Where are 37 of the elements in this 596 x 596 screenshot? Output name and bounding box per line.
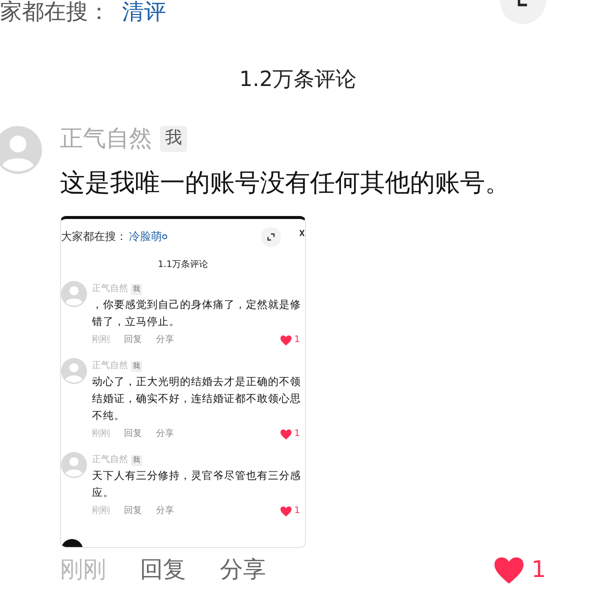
like-count: 1 — [294, 334, 300, 347]
comment-count-title: 1.2万条评论 — [238, 66, 358, 93]
action-link: 分享 — [156, 505, 174, 518]
search-keyword-link: 冷脸萌 — [129, 228, 162, 244]
action-link[interactable]: 分享 — [220, 556, 266, 584]
comment-count-title: 1.1万条评论 — [156, 259, 210, 272]
heart-icon[interactable] — [280, 335, 292, 346]
search-label: 家都在搜： — [0, 2, 110, 24]
like-count: 1 — [531, 556, 546, 584]
like-count: 1 — [294, 505, 300, 518]
author-name: 正气自然 — [92, 282, 128, 296]
timestamp: 刚刚 — [60, 556, 106, 584]
timestamp: 刚刚 — [92, 505, 110, 518]
action-link[interactable]: 回复 — [140, 556, 186, 584]
comment-text: 天下人有三分修持，灵官爷尽管也有三分感应。 — [92, 469, 302, 501]
author-badge: 我 — [160, 126, 187, 152]
close-icon — [299, 228, 305, 236]
comment-text: ，你要感觉到自己的身体痛了，定然就是修错了，立马停止。 — [92, 298, 302, 330]
comment-text: 这是我唯一的账号没有任何其他的账号。 — [60, 167, 511, 199]
heart-icon[interactable] — [280, 506, 292, 518]
search-keyword-link[interactable]: 清评 — [122, 2, 166, 24]
heart-icon[interactable] — [280, 429, 292, 440]
like-count: 1 — [294, 428, 300, 441]
search-icon — [162, 234, 168, 240]
search-label: 大家都在搜： — [61, 228, 127, 244]
action-link: 分享 — [156, 428, 174, 441]
author-name: 正气自然 — [92, 454, 128, 466]
action-link: 回复 — [124, 334, 142, 347]
timestamp: 刚刚 — [92, 334, 110, 347]
comment-text: 动心了，正大光明的结婚去才是正确的不领结婚证，确实不好，连结婚证都不敢领心思不纯。 — [92, 375, 302, 424]
action-link: 回复 — [124, 505, 142, 518]
heart-icon[interactable] — [493, 556, 526, 584]
expand-icon — [267, 232, 275, 240]
action-link: 分享 — [156, 334, 174, 347]
timestamp: 刚刚 — [92, 428, 110, 441]
action-link: 回复 — [124, 428, 142, 441]
author-name: 正气自然 — [92, 360, 128, 372]
